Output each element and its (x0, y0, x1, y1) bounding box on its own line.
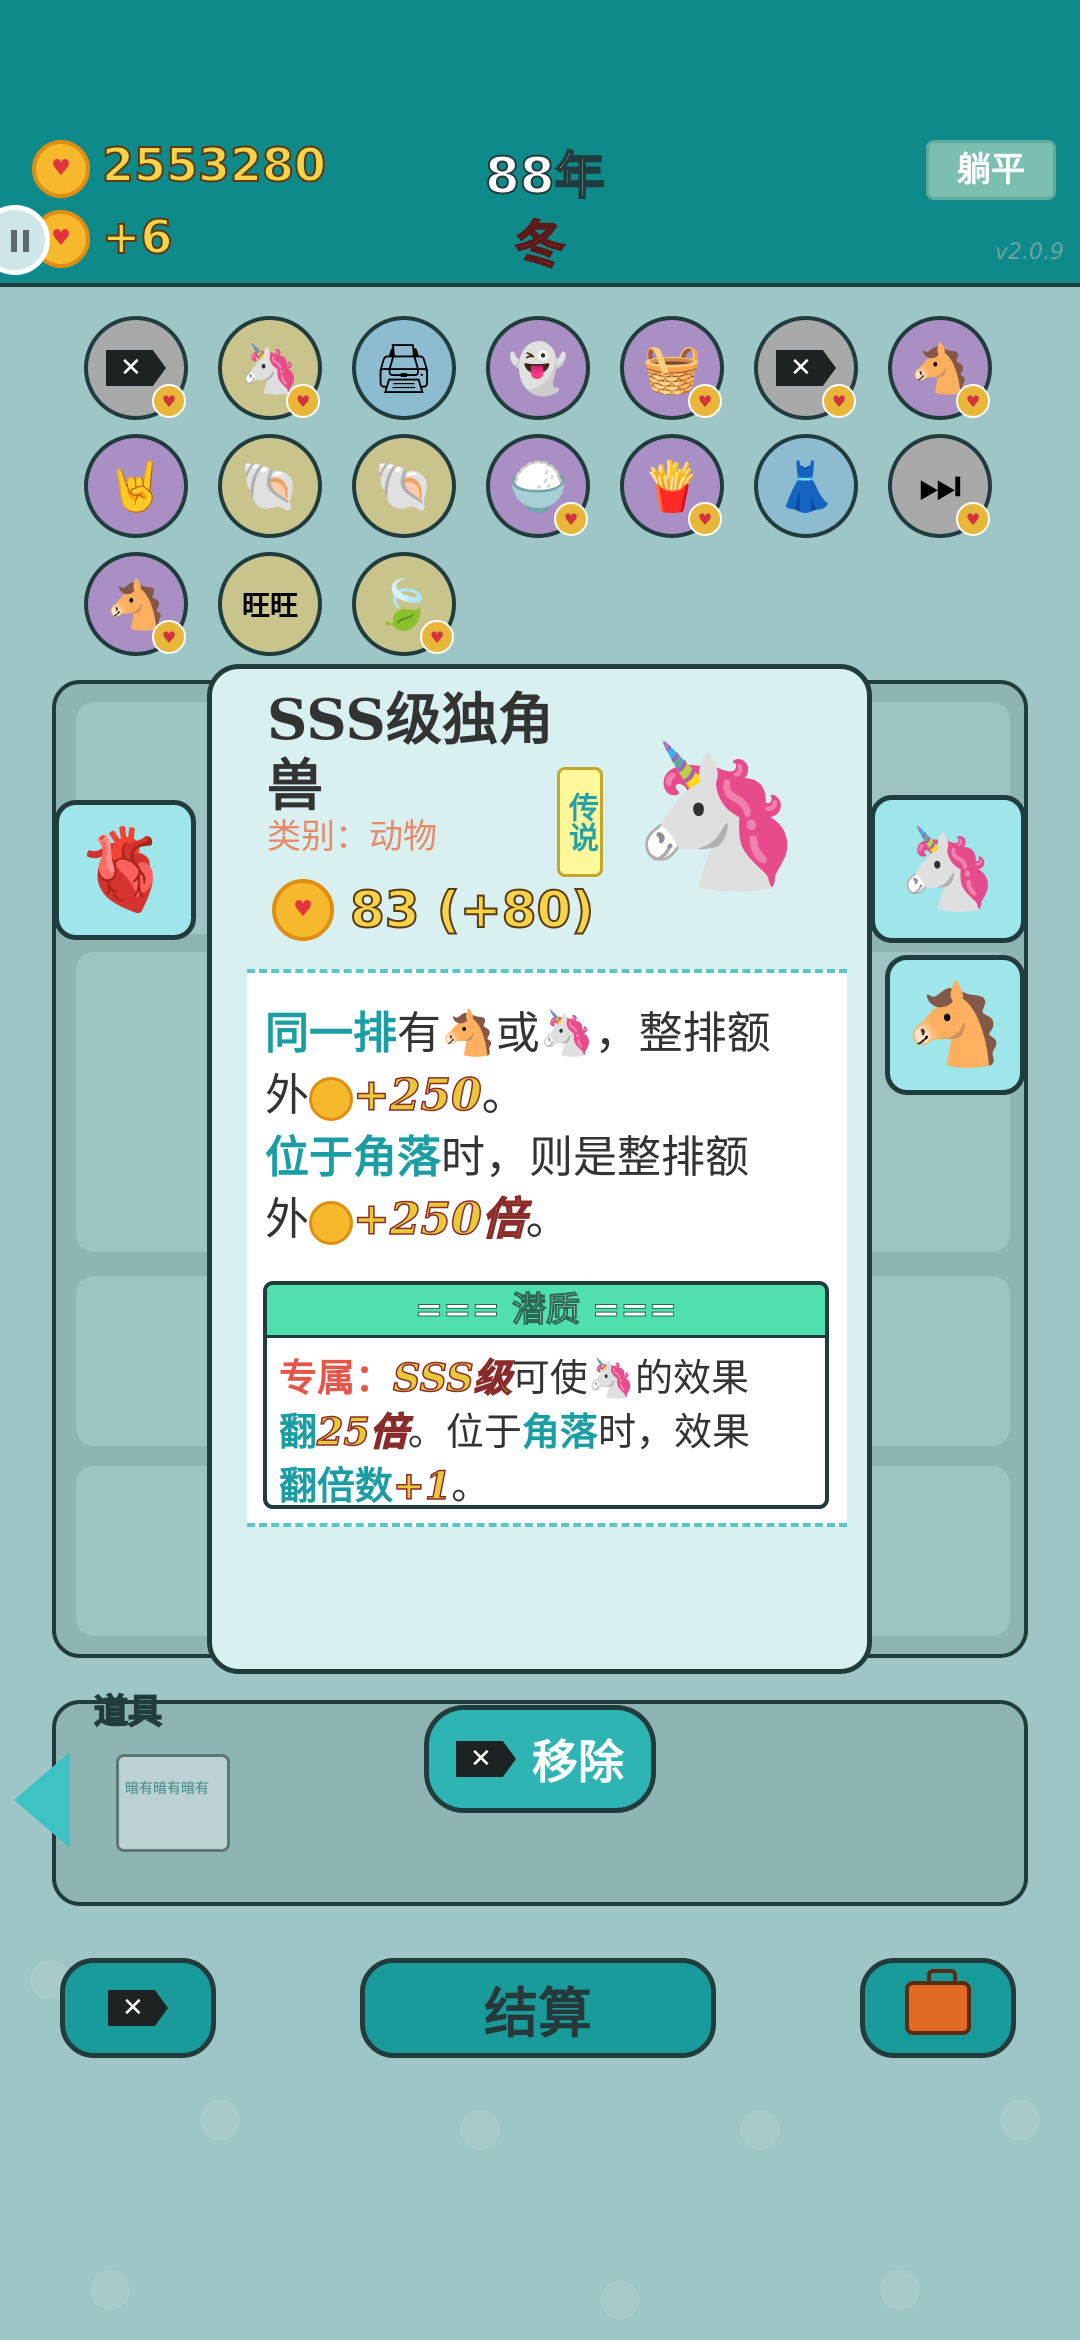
horse-icon: 🐴 (441, 1008, 496, 1059)
bag-button[interactable] (860, 1958, 1016, 2058)
card-title: SSS级独角兽 (267, 687, 554, 819)
horse-icon: 🐴 (905, 978, 1005, 1071)
props-label: 道具 (93, 1691, 163, 1733)
leaf-icon[interactable]: 🍃 ♥ (352, 552, 456, 656)
briefcase-icon (905, 1969, 971, 2035)
remove-token-icon[interactable]: ✕ ♥ (84, 316, 188, 420)
horse-tile[interactable]: 🐴 (885, 955, 1025, 1095)
unicorn-icon: 🦄 (587, 1356, 636, 1400)
unicorn-icon: 🦄 (629, 735, 805, 898)
settle-button[interactable]: 结算 (360, 1958, 716, 2058)
basket-icon[interactable]: 🧺 ♥ (620, 316, 724, 420)
coin-icon (309, 1200, 353, 1245)
latent-title: === 潜质 === (267, 1285, 825, 1338)
remove-icon: ✕ (108, 1990, 168, 2026)
coin-delta: +6 (101, 209, 174, 265)
liver-icon: 🫀 (75, 823, 175, 916)
latent-ability-box: === 潜质 === 专属：SSS级可使🦄的效果 翻25倍。位于角落时，效果 翻… (263, 1281, 829, 1509)
remove-token-button[interactable]: ✕ (60, 1958, 216, 2058)
liver-tile[interactable]: 🫀 (54, 800, 196, 940)
unicorn-icon[interactable]: 🦄 ♥ (218, 316, 322, 420)
rice-bowl-icon[interactable]: 🍚 ♥ (486, 434, 590, 538)
year-label: 88年 (484, 146, 606, 206)
arrow-left-icon[interactable] (14, 1752, 70, 1848)
skirt-icon[interactable]: 👗 (754, 434, 858, 538)
remove-token-icon[interactable]: ✕ ♥ (754, 316, 858, 420)
coin-icon (309, 1076, 353, 1121)
item-detail-card: SSS级独角兽 类别：动物 传说 🦄 83 (+80) 同一排有🐴或🦄，整排额 … (207, 664, 872, 1674)
unicorn-icon: 🦄 (539, 1008, 595, 1059)
ghost-icon[interactable]: 👻 (486, 316, 590, 420)
unicorn-pair-icon[interactable]: 🐴 ♥ (84, 552, 188, 656)
skip-icon[interactable]: ⏭ ♥ (888, 434, 992, 538)
rarity-badge: 传说 (557, 767, 603, 877)
unicorn-pair-icon[interactable]: 🐴 ♥ (888, 316, 992, 420)
fries-icon[interactable]: 🍟 ♥ (620, 434, 724, 538)
card-value: 83 (+80) (349, 880, 595, 940)
printer-icon[interactable]: 🖨 (352, 316, 456, 420)
effect-description: 同一排有🐴或🦄，整排额 外 +250。 位于角落时，则是整排额 外 +250倍。 =… (247, 969, 847, 1527)
unicorn-tile[interactable]: 🦄 (870, 795, 1026, 943)
rock-hand-icon[interactable]: 🤘 (84, 434, 188, 538)
prop-item[interactable]: 暗有暗有暗有 (116, 1754, 230, 1852)
remove-button[interactable]: ✕ 移除 (424, 1705, 656, 1813)
wang-tiles-icon[interactable]: 旺旺 (218, 552, 322, 656)
lie-flat-button[interactable]: 躺平 (926, 140, 1056, 200)
shell-icon[interactable]: 🐚 (352, 434, 456, 538)
remove-icon: ✕ (456, 1741, 516, 1777)
card-type: 类别：动物 (267, 817, 437, 857)
coin-icon (32, 140, 90, 198)
coin-total: 2553280 (101, 137, 327, 193)
remove-button-label: 移除 (532, 1735, 624, 1789)
shell-icon[interactable]: 🐚 (218, 434, 322, 538)
season-label: 冬 (514, 215, 566, 275)
version-label: v2.0.9 (995, 240, 1064, 265)
unicorn-icon: 🦄 (898, 822, 998, 915)
coin-icon (272, 879, 334, 941)
top-bar: 2553280 +6 88年 冬 躺平 v2.0.9 (0, 0, 1080, 287)
